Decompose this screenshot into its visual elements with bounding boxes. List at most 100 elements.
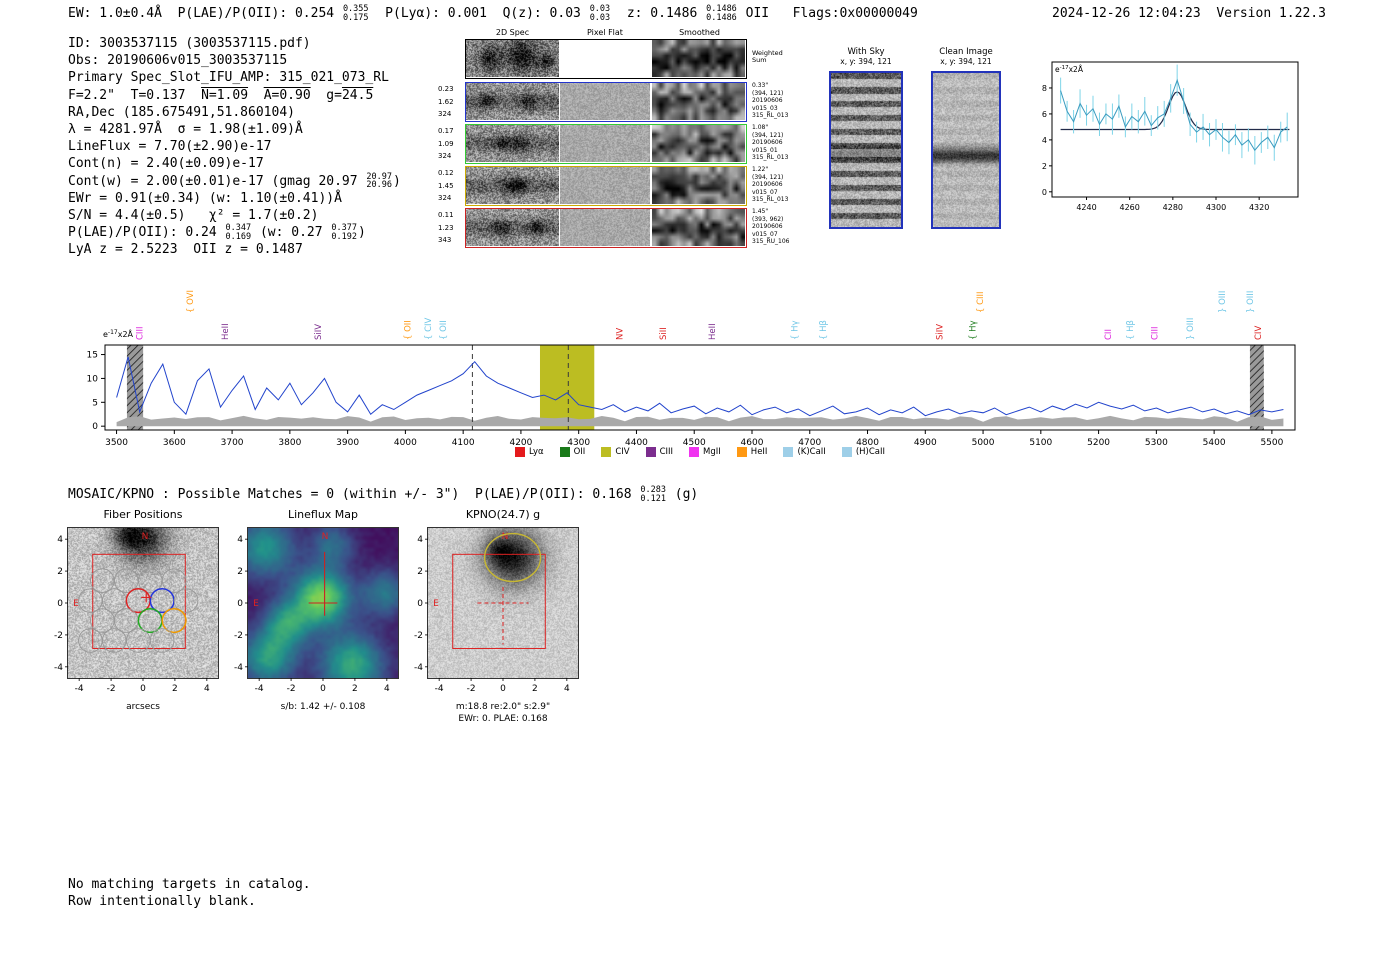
emission-line-label: { Hγ	[969, 320, 979, 340]
svg-text:5: 5	[92, 398, 98, 408]
with-sky-panel: With Sky x, y: 394, 121	[828, 47, 904, 229]
inset-plot-content: 4240 4260 4280 4300 4320 0 2 4 6 8 e-17x2Å	[1042, 61, 1299, 212]
svg-text:15: 15	[87, 351, 98, 361]
emission-line-label: { Hγ	[791, 320, 801, 340]
svg-text:2: 2	[532, 684, 538, 694]
noise-floor	[116, 415, 1284, 427]
svg-text:0: 0	[237, 599, 243, 609]
mosaic-match-line: MOSAIC/KPNO : Possible Matches = 0 (with…	[68, 485, 699, 504]
clean-image-coords: x, y: 394, 121	[940, 57, 992, 66]
legend-swatch	[559, 447, 570, 457]
stat-fraction: 0.283 0.121	[640, 485, 666, 504]
lineflux-map-overlay: -4 -4 -2 -2 0 0 2 2 4 4 N E	[234, 527, 399, 694]
emission-line-label: { CIII	[976, 291, 986, 313]
aperture-ellipse	[483, 532, 542, 583]
svg-text:4320: 4320	[1249, 203, 1269, 212]
svg-text:-2: -2	[414, 631, 423, 641]
svg-text:-4: -4	[54, 663, 63, 673]
emission-line-label: { Hβ	[819, 320, 829, 340]
compass-north-label: N	[322, 532, 329, 542]
fiber-positions-cutout: Fiber Positions -4 -4 -2 -2 0 0 2 2 4 4 N E arcsecs	[40, 508, 250, 728]
row-2d-image	[466, 167, 559, 204]
svg-text:6: 6	[1042, 110, 1047, 119]
emission-line-label: { OVI	[186, 290, 196, 313]
svg-text:4240: 4240	[1076, 203, 1096, 212]
row-2d-image	[466, 83, 559, 120]
emission-line-label: SiII	[659, 327, 669, 340]
svg-text:4: 4	[57, 535, 63, 545]
kpno-caption-2: EWr: 0. PLAE: 0.168	[458, 714, 548, 724]
footer-notes: No matching targets in catalog. Row inten…	[68, 877, 311, 910]
svg-text:4: 4	[204, 684, 210, 694]
legend-swatch	[783, 447, 794, 457]
svg-text:0: 0	[1042, 188, 1047, 197]
svg-text:0: 0	[320, 684, 326, 694]
spec2d-row	[465, 208, 747, 248]
legend-label: OII	[573, 447, 586, 457]
legend-item: CIV	[601, 447, 630, 457]
emission-line-label: HeII	[708, 323, 718, 340]
legend-item: (H)CaII	[841, 447, 885, 457]
svg-text:4: 4	[417, 535, 423, 545]
spec2d-row-left-labels: 0.17 1.09 324	[438, 127, 454, 160]
compass-north-label: N	[142, 532, 149, 542]
legend-label: CIV	[615, 447, 630, 457]
spec2d-col-title: Smoothed	[679, 28, 720, 37]
fiber-positions-xlabel: arcsecs	[126, 702, 160, 712]
legend-item: OII	[559, 447, 586, 457]
svg-text:2: 2	[172, 684, 178, 694]
stat-fraction: 0.377 0.192	[331, 223, 358, 242]
kpno-cutout: KPNO(24.7) g -4 -4 -2 -2 0 0 2 2 4 4 N E m:18.8 re:…	[400, 508, 610, 738]
lineflux-map-cutout: Lineflux Map -4 -4 -2 -2 0 0 2 2 4 4 N E s/b: 1.42 …	[220, 508, 430, 728]
svg-text:-4: -4	[234, 663, 243, 673]
full-spectrum-content: 3500 3600 3700 3800 3900 4000 4100 4200 4300 4400…	[87, 328, 1296, 448]
svg-text:10: 10	[87, 374, 99, 384]
svg-text:4: 4	[384, 684, 390, 694]
emission-line-label: { Hβ	[1126, 320, 1136, 340]
row-pixelflat-image	[560, 167, 650, 204]
spec2d-panel: 2D Spec Pixel Flat Smoothed Weighted Sum 0.23…	[438, 28, 825, 260]
legend-swatch	[515, 447, 525, 457]
with-sky-coords: x, y: 394, 121	[840, 57, 892, 66]
spec2d-row-right-labels: 1.45" (393, 962) 20190606 v015_07 315_RU_106	[752, 208, 790, 246]
emission-line-label: SiIV	[314, 324, 324, 340]
clean-image-panel: Clean Image x, y: 394, 121	[930, 47, 1002, 229]
svg-text:-2: -2	[234, 631, 243, 641]
row-smoothed-image	[652, 167, 745, 204]
spec2d-row	[465, 82, 747, 122]
with-sky-title: With Sky	[847, 47, 885, 57]
stat-fraction: 0.1486 0.1486	[706, 4, 737, 23]
compass-east-label: E	[253, 599, 259, 609]
svg-text:8: 8	[1042, 84, 1047, 93]
spectrum-line	[116, 356, 1284, 417]
svg-text:2: 2	[237, 567, 243, 577]
spec2d-row-right-labels: 1.22" (394, 121) 20190606 v015_07 315_RL_013	[752, 166, 789, 204]
ifu-footprint-square	[92, 553, 186, 649]
elixer-report-page: EW: 1.0±0.4Å P(LAE)/P(OII): 0.254 0.355 0…	[0, 0, 1400, 953]
row-smoothed-image	[652, 209, 745, 246]
compass-east-label: E	[433, 599, 439, 609]
legend-label: (K)CaII	[797, 447, 826, 457]
stat-fraction: 0.347 0.169	[225, 223, 252, 242]
row-pixelflat-image	[560, 83, 650, 120]
emission-line-label: { OII	[404, 320, 414, 340]
data-line	[1060, 78, 1288, 152]
spec2d-weighted-row	[465, 39, 747, 79]
legend-swatch	[736, 447, 747, 457]
emission-line-markers: CIII { OVI HeII SiIV { OII { CIV { OII NV SiII He…	[136, 290, 1264, 340]
svg-text:-2: -2	[467, 684, 476, 694]
fiber-positions-overlay: -4-4-2-2002244NE	[54, 527, 219, 694]
legend-item: Lyα	[515, 447, 544, 457]
svg-text:2: 2	[352, 684, 358, 694]
legend-item: MgII	[689, 447, 721, 457]
emission-line-label: { CIV	[424, 317, 434, 340]
weighted-sum-label: Weighted Sum	[752, 49, 783, 64]
legend-label: HeII	[750, 447, 768, 457]
emission-line-label: CIII	[1151, 327, 1161, 340]
svg-text:-2: -2	[287, 684, 296, 694]
emission-line-label: HeII	[221, 323, 231, 340]
legend-item: HeII	[736, 447, 768, 457]
model-fit-line	[1060, 91, 1290, 131]
emission-line-label: CII	[1104, 329, 1114, 340]
legend-swatch	[645, 447, 656, 457]
